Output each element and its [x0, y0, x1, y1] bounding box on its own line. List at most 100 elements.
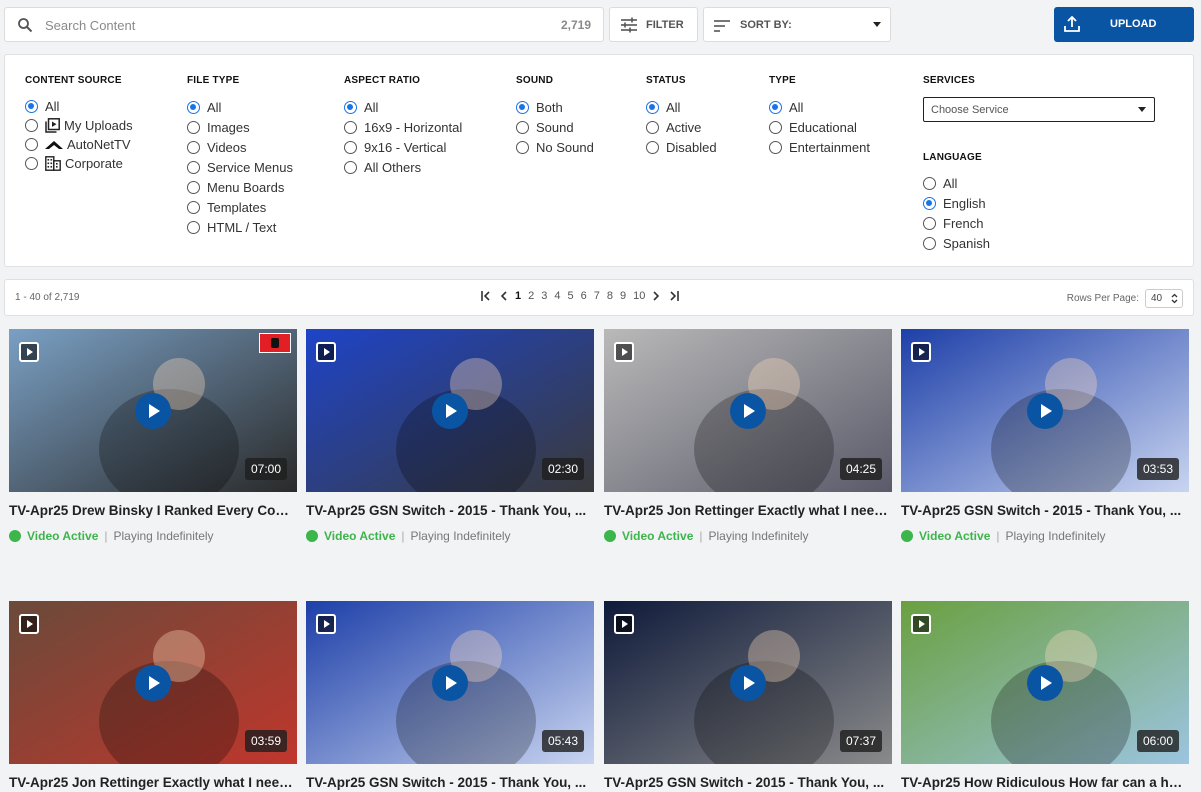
video-thumbnail[interactable]: 07:37 — [604, 601, 892, 764]
radio-type-educational[interactable]: Educational — [769, 117, 870, 137]
video-card[interactable]: 04:25 TV-Apr25 Jon Rettinger Exactly wha… — [604, 329, 892, 543]
radio-sound-sound[interactable]: Sound — [516, 117, 594, 137]
page-link-8[interactable]: 8 — [607, 290, 613, 302]
radio-language-spanish[interactable]: Spanish — [923, 233, 990, 253]
radio-icon — [344, 140, 357, 154]
video-duration: 03:53 — [1136, 458, 1179, 480]
last-page-icon[interactable] — [667, 291, 680, 301]
radio-file-type-html-text[interactable]: HTML / Text — [187, 217, 293, 237]
radio-language-french[interactable]: French — [923, 213, 990, 233]
play-button[interactable] — [432, 393, 468, 429]
file-type-title: FILE TYPE — [187, 75, 240, 86]
video-title[interactable]: TV-Apr25 How Ridiculous How far can a he… — [901, 775, 1189, 790]
pagination-bar: 1 - 40 of 2,719 1 2 3 4 5 6 7 8 9 10 Row… — [4, 279, 1194, 316]
radio-file-type-images[interactable]: Images — [187, 117, 293, 137]
video-card[interactable]: 03:53 TV-Apr25 GSN Switch - 2015 - Thank… — [901, 329, 1189, 543]
radio-icon — [187, 140, 200, 154]
video-card[interactable]: 03:59 TV-Apr25 Jon Rettinger Exactly wha… — [9, 601, 297, 790]
radio-aspect-all[interactable]: All — [344, 97, 462, 117]
radio-content-source-autonettv[interactable]: AutoNetTV — [25, 135, 133, 154]
radio-icon — [187, 220, 200, 234]
video-thumbnail[interactable]: 04:25 — [604, 329, 892, 492]
radio-file-type-templates[interactable]: Templates — [187, 197, 293, 217]
radio-icon — [516, 140, 529, 154]
play-button[interactable] — [135, 393, 171, 429]
video-card[interactable]: 07:00 TV-Apr25 Drew Binsky I Ranked Ever… — [9, 329, 297, 543]
video-card[interactable]: 07:37 TV-Apr25 GSN Switch - 2015 - Thank… — [604, 601, 892, 790]
content-source-title: CONTENT SOURCE — [25, 75, 122, 86]
page-link-3[interactable]: 3 — [541, 290, 547, 302]
video-type-icon — [316, 342, 336, 362]
play-button[interactable] — [1027, 665, 1063, 701]
page-link-9[interactable]: 9 — [620, 290, 626, 302]
video-card[interactable]: 05:43 TV-Apr25 GSN Switch - 2015 - Thank… — [306, 601, 594, 790]
radio-aspect-vertical[interactable]: 9x16 - Vertical — [344, 137, 462, 157]
rows-per-page-select[interactable]: 40 — [1145, 289, 1183, 308]
next-page-icon[interactable] — [652, 291, 660, 301]
video-title[interactable]: TV-Apr25 GSN Switch - 2015 - Thank You, … — [306, 775, 594, 790]
play-button[interactable] — [730, 665, 766, 701]
radio-sound-no-sound[interactable]: No Sound — [516, 137, 594, 157]
video-title[interactable]: TV-Apr25 GSN Switch - 2015 - Thank You, … — [604, 775, 892, 790]
radio-type-all[interactable]: All — [769, 97, 870, 117]
page-link-4[interactable]: 4 — [554, 290, 560, 302]
radio-content-source-corporate[interactable]: Corporate — [25, 154, 133, 173]
status-filter: STATUS All Active Disabled — [646, 75, 717, 157]
video-thumbnail[interactable]: 03:53 — [901, 329, 1189, 492]
page-link-5[interactable]: 5 — [568, 290, 574, 302]
services-title: SERVICES — [923, 75, 975, 86]
radio-selected-icon — [516, 100, 529, 114]
language-filter: LANGUAGE All English French Spanish — [923, 152, 990, 253]
page-link-7[interactable]: 7 — [594, 290, 600, 302]
radio-language-english[interactable]: English — [923, 193, 990, 213]
services-select[interactable]: Choose Service — [923, 97, 1155, 122]
radio-content-source-my-uploads[interactable]: My Uploads — [25, 116, 133, 135]
first-page-icon[interactable] — [481, 291, 493, 301]
video-thumbnail[interactable]: 03:59 — [9, 601, 297, 764]
radio-status-active[interactable]: Active — [646, 117, 717, 137]
video-thumbnail[interactable]: 02:30 — [306, 329, 594, 492]
video-title[interactable]: TV-Apr25 Drew Binsky I Ranked Every Coun… — [9, 503, 297, 518]
play-button[interactable] — [1027, 393, 1063, 429]
radio-icon — [646, 120, 659, 134]
sound-filter: SOUND Both Sound No Sound — [516, 75, 594, 157]
radio-type-entertainment[interactable]: Entertainment — [769, 137, 870, 157]
radio-aspect-horizontal[interactable]: 16x9 - Horizontal — [344, 117, 462, 137]
radio-file-type-menu-boards[interactable]: Menu Boards — [187, 177, 293, 197]
radio-file-type-videos[interactable]: Videos — [187, 137, 293, 157]
page-link-1[interactable]: 1 — [515, 290, 521, 302]
video-title[interactable]: TV-Apr25 GSN Switch - 2015 - Thank You, … — [901, 503, 1189, 518]
radio-language-all[interactable]: All — [923, 173, 990, 193]
video-thumbnail[interactable]: 07:00 — [9, 329, 297, 492]
search-placeholder: Search Content — [45, 18, 136, 33]
prev-page-icon[interactable] — [500, 291, 508, 301]
video-thumbnail[interactable]: 06:00 — [901, 601, 1189, 764]
play-button[interactable] — [432, 665, 468, 701]
page-link-6[interactable]: 6 — [581, 290, 587, 302]
radio-file-type-all[interactable]: All — [187, 97, 293, 117]
video-title[interactable]: TV-Apr25 GSN Switch - 2015 - Thank You, … — [306, 503, 594, 518]
filter-button[interactable]: FILTER — [609, 7, 698, 42]
video-card[interactable]: 02:30 TV-Apr25 GSN Switch - 2015 - Thank… — [306, 329, 594, 543]
upload-button[interactable]: UPLOAD — [1054, 7, 1194, 42]
play-button[interactable] — [135, 665, 171, 701]
video-card[interactable]: 06:00 TV-Apr25 How Ridiculous How far ca… — [901, 601, 1189, 790]
page-link-10[interactable]: 10 — [633, 290, 645, 302]
rows-per-page: Rows Per Page: 40 — [1067, 289, 1183, 308]
radio-status-disabled[interactable]: Disabled — [646, 137, 717, 157]
page-link-2[interactable]: 2 — [528, 290, 534, 302]
play-button[interactable] — [730, 393, 766, 429]
radio-status-all[interactable]: All — [646, 97, 717, 117]
radio-aspect-others[interactable]: All Others — [344, 157, 462, 177]
video-title[interactable]: TV-Apr25 Jon Rettinger Exactly what I ne… — [604, 503, 892, 518]
video-thumbnail[interactable]: 05:43 — [306, 601, 594, 764]
sort-dropdown[interactable]: SORT BY: — [703, 7, 891, 42]
search-input[interactable]: Search Content 2,719 — [4, 7, 604, 42]
radio-file-type-service-menus[interactable]: Service Menus — [187, 157, 293, 177]
video-title[interactable]: TV-Apr25 Jon Rettinger Exactly what I ne… — [9, 775, 297, 790]
type-title: TYPE — [769, 75, 796, 86]
video-duration: 06:00 — [1136, 730, 1179, 752]
video-type-icon — [614, 614, 634, 634]
radio-sound-both[interactable]: Both — [516, 97, 594, 117]
radio-content-source-all[interactable]: All — [25, 97, 133, 116]
